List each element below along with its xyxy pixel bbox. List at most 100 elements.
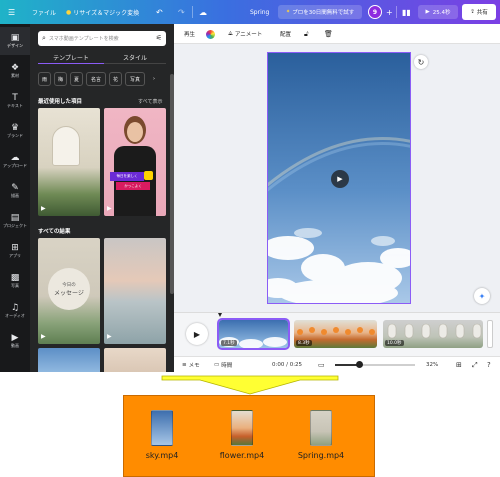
video-icon: ▶ (107, 333, 112, 340)
chip[interactable]: 夏 (70, 72, 83, 86)
search-icon: ⌕ (42, 34, 46, 42)
time-button[interactable]: ▭ 時間 (214, 357, 232, 372)
magic-assistant-icon[interactable]: ✦ (474, 288, 490, 304)
animate-label: アニメート (234, 32, 263, 38)
plus-icon[interactable]: + (386, 0, 393, 24)
share-label: 共有 (476, 10, 488, 16)
chip-label: 梅 (57, 76, 63, 83)
filter-icon[interactable]: ⚟ (156, 34, 162, 42)
rail-icon: ♫ (10, 303, 20, 313)
chip[interactable]: 花 (109, 72, 122, 86)
zoom-level[interactable]: 32% (426, 357, 438, 372)
rail-icon: ✎ (11, 183, 19, 193)
rail-label: 素材 (11, 73, 19, 78)
rail-item[interactable]: ☁ アップロード (0, 147, 30, 175)
refresh-icon[interactable]: ↻ (414, 55, 428, 69)
template-thumb[interactable] (38, 348, 100, 372)
share-button[interactable]: ⇪ 共有 (462, 4, 496, 20)
file-flower[interactable]: flower.mp4 (212, 410, 272, 470)
timeline-clip-flower[interactable]: 8.3秒 (294, 320, 377, 348)
color-wheel-icon[interactable] (206, 24, 215, 44)
rail-icon: T (12, 93, 18, 103)
avatar[interactable]: 9 (368, 5, 382, 19)
rail-icon: ▩ (10, 273, 20, 283)
rail-item[interactable]: ▩ 写真 (0, 267, 30, 295)
help-icon[interactable]: ? (487, 357, 491, 372)
file-sky[interactable]: sky.mp4 (132, 410, 192, 470)
playback-label: 再生 (184, 32, 196, 38)
video-icon: ▶ (41, 333, 46, 340)
add-clip-handle[interactable] (487, 320, 493, 348)
chevron-right-icon[interactable]: › (148, 72, 160, 86)
file-name: sky.mp4 (145, 451, 179, 460)
grid-view-icon[interactable]: ⊞ (456, 357, 462, 372)
hamburger-icon[interactable]: ☰ (8, 0, 15, 24)
chip[interactable]: 写真 (125, 72, 145, 86)
try-pro-label: プロを30日間無料で試す (292, 10, 355, 16)
lock-icon[interactable]: 🔓︎ (304, 24, 309, 44)
clip-duration: 7.1秒 (221, 340, 237, 346)
document-title-text: Spring (250, 8, 270, 16)
magic-resize-button[interactable]: ● リサイズ＆マジック変換 (66, 0, 139, 24)
rail-icon: ❖ (10, 63, 20, 73)
rail-item[interactable]: T テキスト (0, 87, 30, 115)
try-pro-button[interactable]: ✦ プロを30日間無料で試す (278, 5, 362, 19)
template-thumb[interactable]: 今日の メッセージ ▶ (38, 238, 100, 344)
undo-icon[interactable]: ↶ (156, 0, 163, 24)
editor-toolbar: 再生 ⟁ アニメート 配置 🔓︎ 🗑︎ (174, 24, 500, 44)
time-readout-text: 0:00 / 0:25 (272, 362, 303, 368)
animate-button[interactable]: ⟁ アニメート (228, 24, 262, 44)
rail-item[interactable]: ⊞ アプリ (0, 237, 30, 265)
rail-item[interactable]: ♫ オーディオ (0, 297, 30, 325)
rail-item[interactable]: ▣ デザイン (0, 27, 30, 55)
time-label: 時間 (221, 363, 233, 369)
file-menu-label: ファイル (32, 9, 57, 17)
chart-icon[interactable]: ▮▮ (402, 0, 411, 24)
timeline-clip-sky[interactable]: 7.1秒 (217, 318, 290, 350)
chip[interactable]: 雨 (38, 72, 51, 86)
delete-icon[interactable]: 🗑︎ (324, 24, 333, 44)
document-title[interactable]: Spring (250, 0, 269, 24)
redo-icon[interactable]: ↷ (178, 0, 185, 24)
tab-templates-label: テンプレート (53, 55, 89, 62)
template-thumb[interactable]: ▶ (104, 238, 166, 344)
file-thumbnail (310, 410, 332, 446)
rail-item[interactable]: ❖ 素材 (0, 57, 30, 85)
screen-icon[interactable]: ▭ (318, 357, 325, 372)
chip[interactable]: 梅 (54, 72, 67, 86)
fullscreen-icon[interactable]: ⤢ (472, 357, 478, 372)
rail-item[interactable]: ▶ 動画 (0, 327, 30, 355)
chip[interactable]: 名言 (86, 72, 106, 86)
template-thumb[interactable] (104, 348, 166, 372)
notes-button[interactable]: ≡ メモ (182, 357, 200, 372)
shirt-text-1: 毎日を楽しく (110, 172, 144, 181)
template-search-input[interactable]: ⌕ スマホ動画テンプレートを検索 ⚟ (38, 31, 166, 46)
cloud-save-icon[interactable]: ☁ (199, 0, 207, 24)
card-text-big: メッセージ (54, 289, 84, 297)
recent-template-thumb[interactable]: 毎日を楽しく かっこよく ▶ (104, 108, 166, 216)
see-all-link[interactable]: すべて表示 (138, 98, 162, 105)
tab-styles[interactable]: スタイル (104, 52, 166, 64)
rail-label: デザイン (7, 43, 23, 48)
playhead-marker[interactable] (218, 313, 222, 317)
rail-item[interactable]: ▤ プロジェクト (0, 207, 30, 235)
present-play-button[interactable]: ▶ 25.4秒 (418, 5, 458, 19)
tab-templates[interactable]: テンプレート (38, 52, 104, 64)
file-menu[interactable]: ファイル (32, 0, 56, 24)
rail-item[interactable]: ✎ 描画 (0, 177, 30, 205)
video-play-button[interactable]: ▶ (331, 170, 349, 188)
rail-item[interactable]: ♛ ブランド (0, 117, 30, 145)
crown-icon: ✦ (285, 9, 291, 15)
file-spring[interactable]: Spring.mp4 (291, 410, 351, 470)
playback-button[interactable]: 再生 (184, 24, 195, 44)
file-thumbnail (231, 410, 253, 446)
zoom-slider-thumb[interactable] (355, 361, 363, 368)
rail-label: 写真 (11, 283, 19, 288)
chip-label: 雨 (41, 76, 47, 83)
timeline-clip-spring[interactable]: 10.0秒 (383, 320, 483, 348)
rail-label: アプリ (9, 253, 21, 258)
position-button[interactable]: 配置 (280, 24, 291, 44)
rail-label: 描画 (11, 193, 19, 198)
recent-template-thumb[interactable]: ▶ (38, 108, 100, 216)
timeline-play-button[interactable]: ▶ (186, 323, 208, 345)
